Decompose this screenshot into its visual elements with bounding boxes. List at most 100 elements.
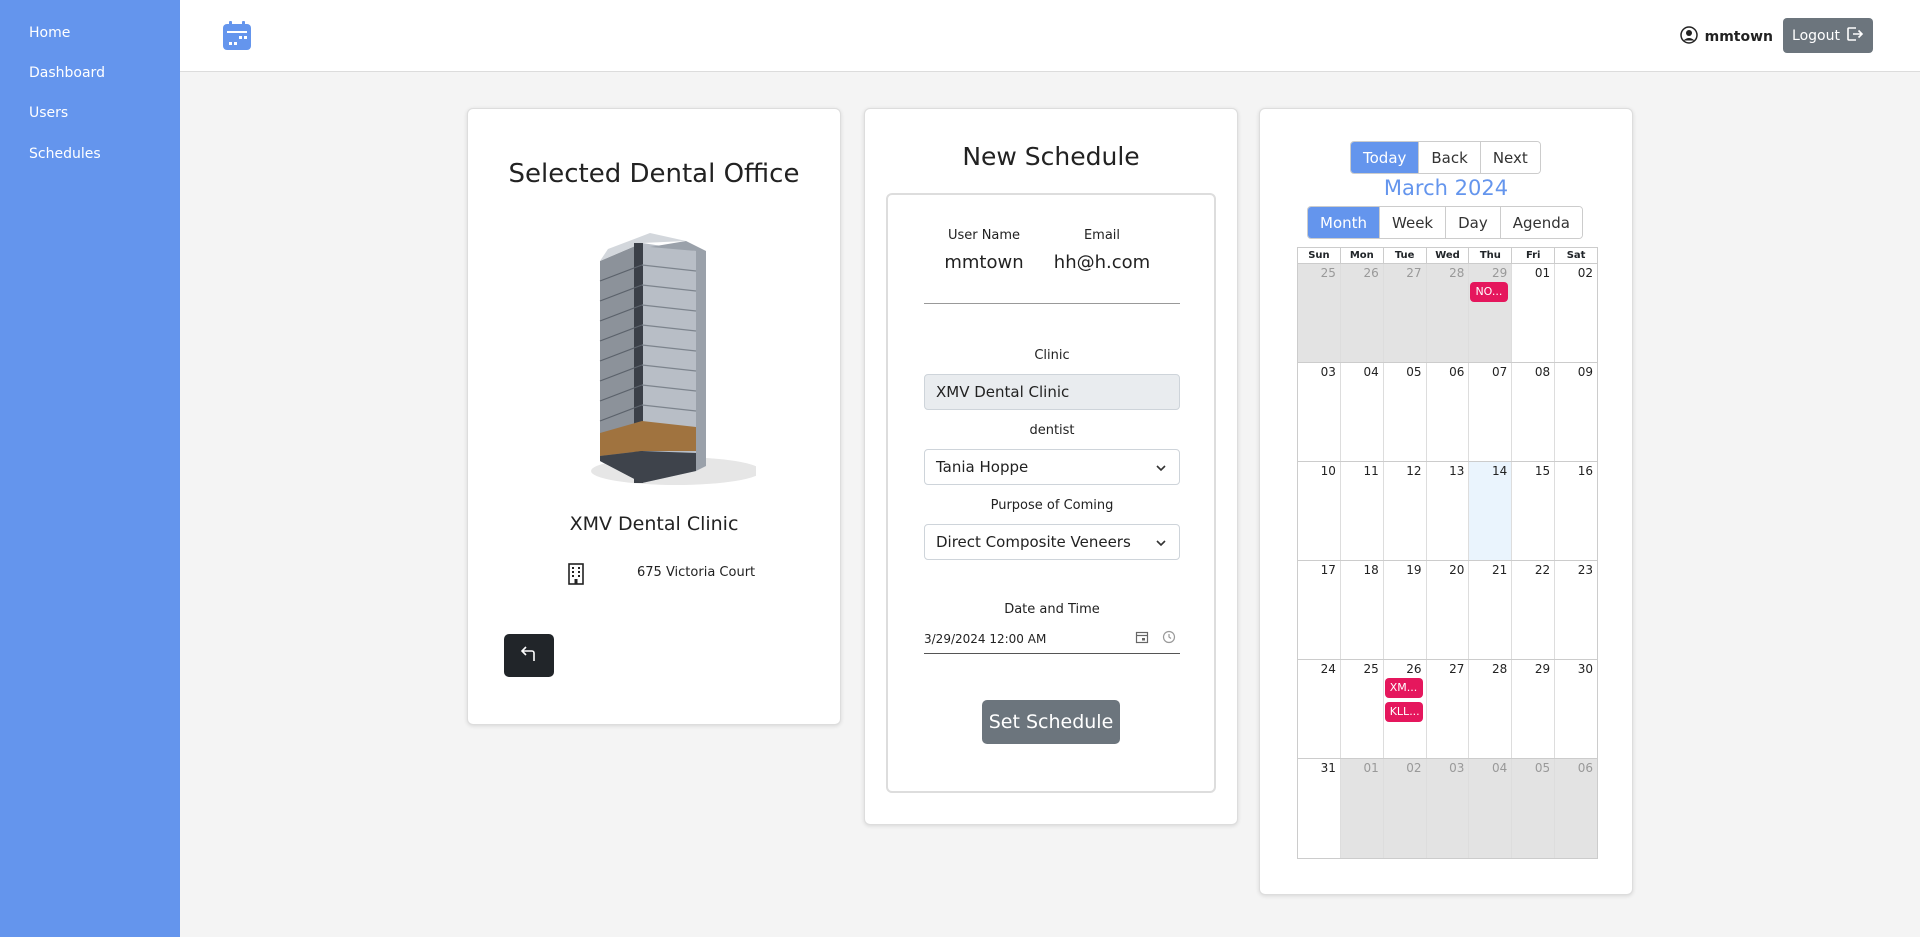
sidebar-item-dashboard[interactable]: Dashboard <box>29 65 105 81</box>
calendar-day-cell[interactable]: 05 <box>1384 363 1427 461</box>
day-number[interactable]: 02 <box>1406 761 1421 775</box>
calendar-day-cell[interactable]: 05 <box>1512 759 1556 858</box>
day-number[interactable]: 08 <box>1535 365 1550 379</box>
day-number[interactable]: 03 <box>1449 761 1464 775</box>
day-number[interactable]: 11 <box>1363 464 1378 478</box>
day-number[interactable]: 01 <box>1363 761 1378 775</box>
day-number[interactable]: 25 <box>1321 266 1336 280</box>
day-number[interactable]: 05 <box>1406 365 1421 379</box>
view-month-button[interactable]: Month <box>1308 207 1381 238</box>
calendar-day-cell[interactable]: 13 <box>1427 462 1470 560</box>
day-number[interactable]: 29 <box>1535 662 1550 676</box>
day-number[interactable]: 28 <box>1492 662 1507 676</box>
calendar-event[interactable]: NO... <box>1470 282 1509 302</box>
dentist-select[interactable]: Tania Hoppe <box>924 449 1180 485</box>
calendar-day-cell[interactable]: 31 <box>1298 759 1341 858</box>
calendar-day-cell[interactable]: 04 <box>1469 759 1513 858</box>
day-number[interactable]: 21 <box>1492 563 1507 577</box>
calendar-day-cell[interactable]: 28 <box>1469 660 1513 758</box>
calendar-icon[interactable] <box>1135 630 1149 647</box>
day-number[interactable]: 24 <box>1321 662 1336 676</box>
calendar-day-cell[interactable]: 04 <box>1341 363 1384 461</box>
calendar-event[interactable]: KLL... <box>1384 702 1423 722</box>
next-nav-button[interactable]: Next <box>1480 142 1540 173</box>
purpose-select[interactable]: Direct Composite Veneers <box>924 524 1180 560</box>
day-number[interactable]: 13 <box>1449 464 1464 478</box>
calendar-day-cell[interactable]: 03 <box>1426 759 1470 858</box>
day-number[interactable]: 30 <box>1578 662 1593 676</box>
calendar-day-cell[interactable]: 18 <box>1341 561 1384 659</box>
calendar-day-cell[interactable]: 15 <box>1512 462 1556 560</box>
day-number[interactable]: 10 <box>1321 464 1336 478</box>
day-number[interactable]: 04 <box>1492 761 1507 775</box>
day-number[interactable]: 26 <box>1363 266 1378 280</box>
calendar-day-cell[interactable]: 01 <box>1512 264 1556 362</box>
view-agenda-button[interactable]: Agenda <box>1500 207 1582 238</box>
calendar-day-cell[interactable]: 16 <box>1555 462 1597 560</box>
calendar-day-cell[interactable]: 22 <box>1512 561 1556 659</box>
sidebar-item-users[interactable]: Users <box>29 105 68 121</box>
logout-button[interactable]: Logout <box>1783 18 1873 53</box>
day-number[interactable]: 26 <box>1406 662 1421 676</box>
calendar-day-cell[interactable]: 11 <box>1341 462 1384 560</box>
day-number[interactable]: 02 <box>1578 266 1593 280</box>
day-number[interactable]: 17 <box>1321 563 1336 577</box>
calendar-day-cell[interactable]: 14 <box>1469 462 1513 560</box>
calendar-day-cell[interactable]: 07 <box>1469 363 1513 461</box>
calendar-day-cell[interactable]: 20 <box>1427 561 1470 659</box>
day-number[interactable]: 04 <box>1363 365 1378 379</box>
day-number[interactable]: 15 <box>1535 464 1550 478</box>
day-number[interactable]: 16 <box>1578 464 1593 478</box>
calendar-logo-icon[interactable] <box>222 21 252 51</box>
day-number[interactable]: 27 <box>1449 662 1464 676</box>
day-number[interactable]: 12 <box>1406 464 1421 478</box>
calendar-day-cell[interactable]: 27 <box>1427 660 1470 758</box>
day-number[interactable]: 03 <box>1321 365 1336 379</box>
view-day-button[interactable]: Day <box>1446 207 1501 238</box>
day-number[interactable]: 29 <box>1492 266 1507 280</box>
today-button[interactable]: Today <box>1351 142 1420 173</box>
calendar-day-cell[interactable]: 09 <box>1555 363 1597 461</box>
day-number[interactable]: 28 <box>1449 266 1464 280</box>
calendar-day-cell[interactable]: 28 <box>1426 264 1470 362</box>
day-number[interactable]: 09 <box>1578 365 1593 379</box>
day-number[interactable]: 01 <box>1535 266 1550 280</box>
calendar-day-cell[interactable]: 10 <box>1298 462 1341 560</box>
day-number[interactable]: 19 <box>1406 563 1421 577</box>
day-number[interactable]: 14 <box>1492 464 1507 478</box>
day-number[interactable]: 06 <box>1449 365 1464 379</box>
day-number[interactable]: 07 <box>1492 365 1507 379</box>
clock-icon[interactable] <box>1162 630 1176 647</box>
calendar-day-cell[interactable]: 23 <box>1555 561 1597 659</box>
calendar-day-cell[interactable]: 24 <box>1298 660 1341 758</box>
day-number[interactable]: 23 <box>1578 563 1593 577</box>
calendar-day-cell[interactable]: 06 <box>1555 759 1598 858</box>
calendar-day-cell[interactable]: 29 NO... <box>1469 264 1513 362</box>
set-schedule-button[interactable]: Set Schedule <box>982 700 1120 744</box>
datetime-input[interactable]: 3/29/2024 12:00 AM <box>924 626 1180 654</box>
day-number[interactable]: 22 <box>1535 563 1550 577</box>
calendar-day-cell[interactable]: 21 <box>1469 561 1513 659</box>
calendar-day-cell[interactable]: 29 <box>1512 660 1556 758</box>
day-number[interactable]: 05 <box>1535 761 1550 775</box>
day-number[interactable]: 20 <box>1449 563 1464 577</box>
sidebar-item-home[interactable]: Home <box>29 25 70 41</box>
calendar-day-cell[interactable]: 26 XM... KLL... <box>1384 660 1427 758</box>
calendar-event[interactable]: XM... <box>1384 678 1423 698</box>
calendar-day-cell[interactable]: 30 <box>1555 660 1597 758</box>
calendar-day-cell[interactable]: 27 <box>1383 264 1427 362</box>
calendar-day-cell[interactable]: 25 <box>1341 660 1384 758</box>
back-nav-button[interactable]: Back <box>1419 142 1481 173</box>
day-number[interactable]: 27 <box>1406 266 1421 280</box>
calendar-day-cell[interactable]: 19 <box>1384 561 1427 659</box>
calendar-day-cell[interactable]: 06 <box>1427 363 1470 461</box>
day-number[interactable]: 25 <box>1363 662 1378 676</box>
day-number[interactable]: 18 <box>1363 563 1378 577</box>
calendar-day-cell[interactable]: 12 <box>1384 462 1427 560</box>
calendar-day-cell[interactable]: 17 <box>1298 561 1341 659</box>
back-button[interactable] <box>504 634 554 677</box>
calendar-day-cell[interactable]: 02 <box>1383 759 1427 858</box>
calendar-day-cell[interactable]: 25 <box>1298 264 1341 362</box>
calendar-day-cell[interactable]: 02 <box>1555 264 1597 362</box>
sidebar-item-schedules[interactable]: Schedules <box>29 146 101 162</box>
